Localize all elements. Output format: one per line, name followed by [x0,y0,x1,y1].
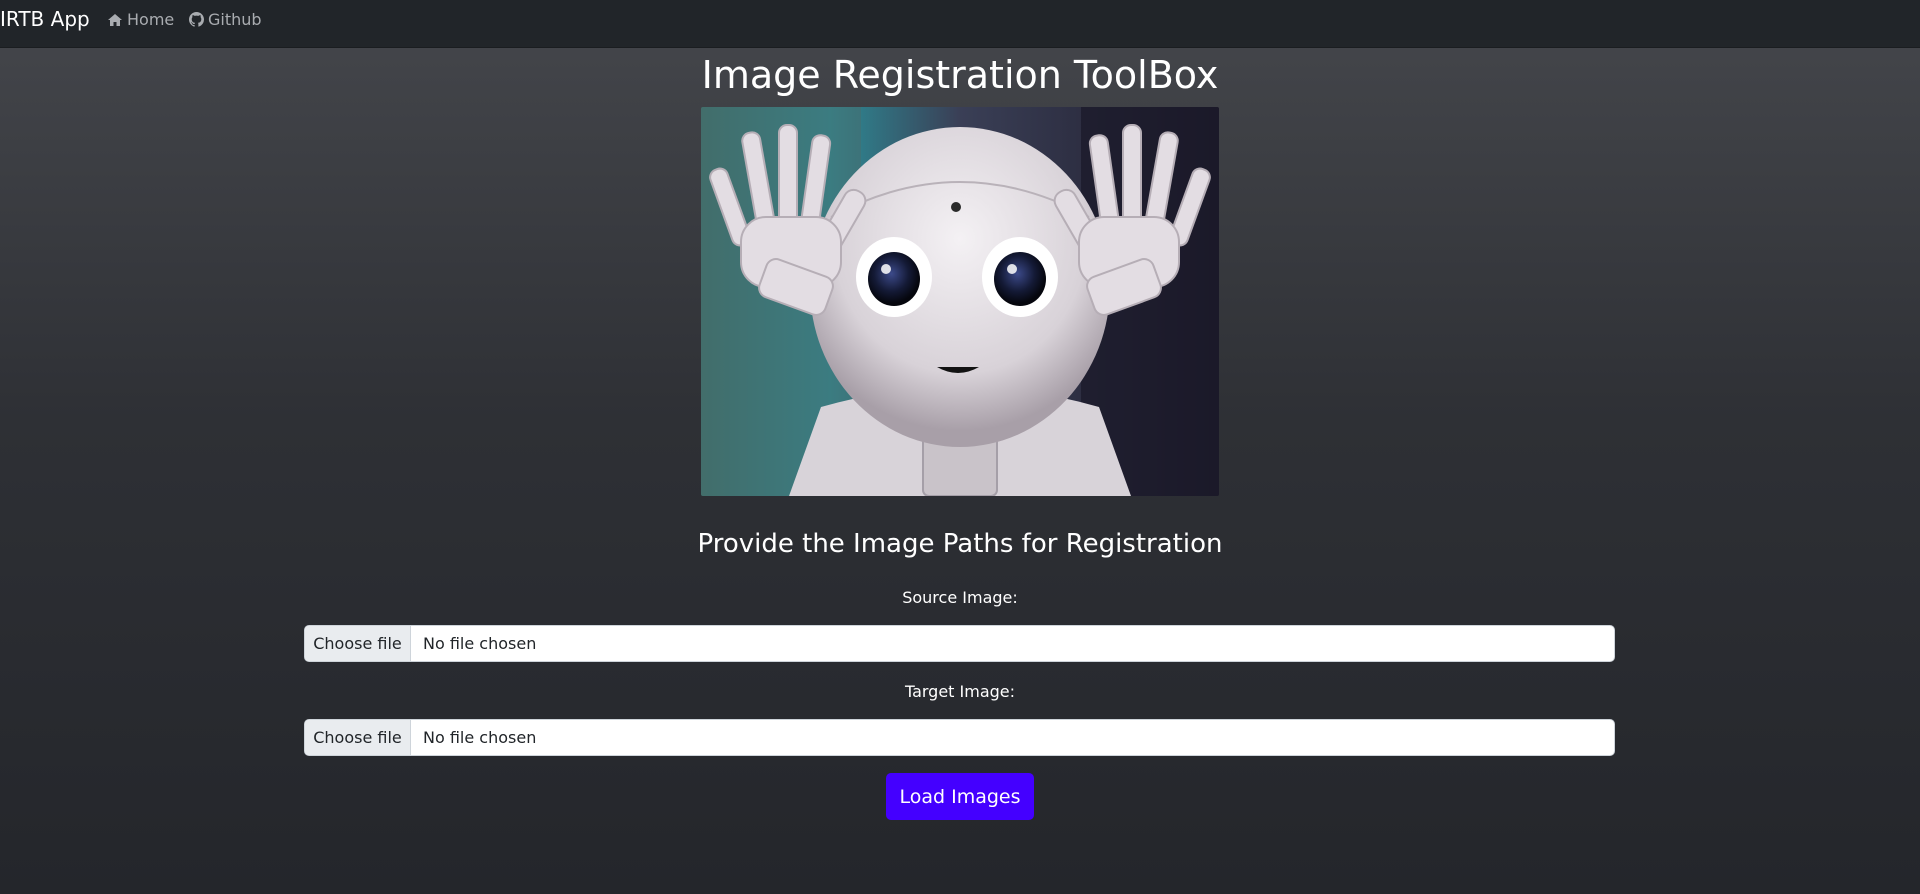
load-images-button[interactable]: Load Images [886,773,1034,820]
github-icon [189,12,204,27]
navbar: IRTB App Home Github [0,0,1920,47]
source-file-input[interactable]: Choose file No file chosen [304,625,1615,662]
form-heading: Provide the Image Paths for Registration [697,529,1223,559]
target-image-label: Target Image: [904,682,1016,701]
source-choose-file-button[interactable]: Choose file [305,626,411,661]
target-choose-file-button[interactable]: Choose file [305,720,411,755]
source-image-label: Source Image: [902,588,1018,607]
target-file-input[interactable]: Choose file No file chosen [304,719,1615,756]
hero-image [701,107,1219,496]
source-file-status: No file chosen [423,634,537,653]
nav-home-label: Home [127,10,175,29]
nav-github-link[interactable]: Github [189,10,262,29]
page-title: Image Registration ToolBox [701,53,1219,97]
nav-github-label: Github [208,10,262,29]
brand-link[interactable]: IRTB App [0,7,90,31]
nav-home-link[interactable]: Home [107,10,174,29]
home-icon [107,13,123,27]
target-file-status: No file chosen [423,728,537,747]
